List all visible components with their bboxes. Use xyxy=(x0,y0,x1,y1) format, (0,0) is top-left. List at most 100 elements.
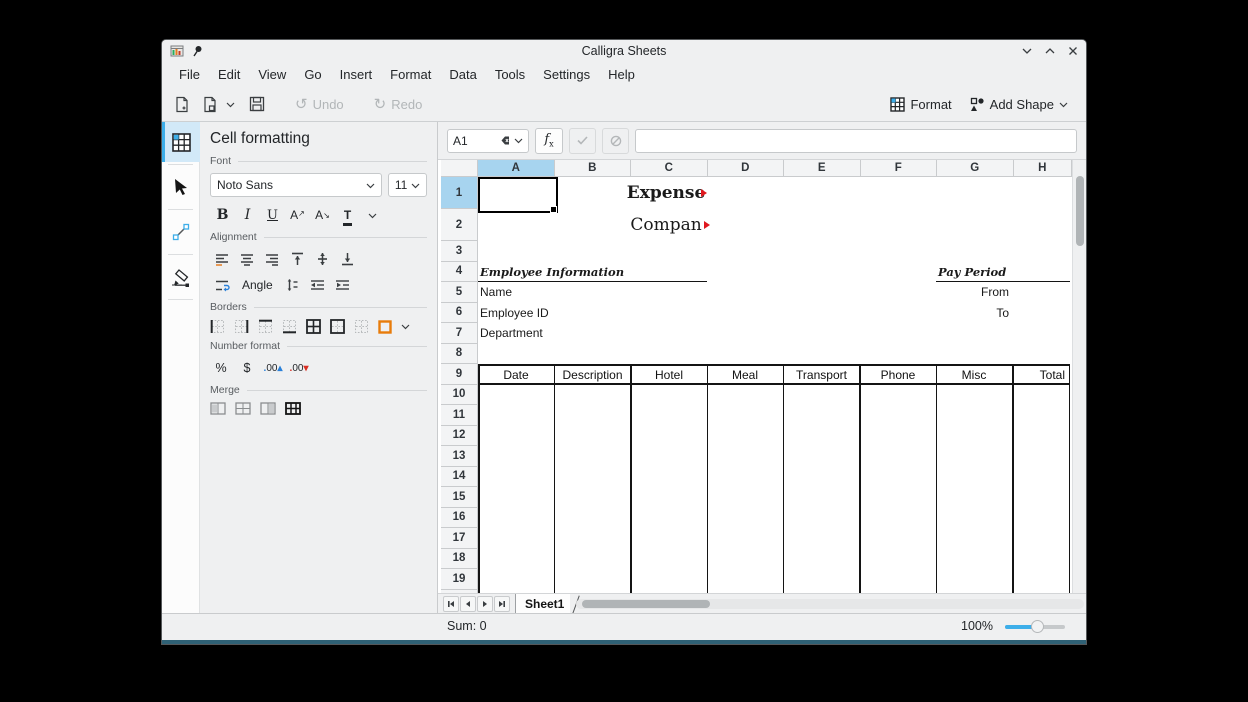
row-header[interactable]: 2 xyxy=(441,209,478,241)
menu-item[interactable]: View xyxy=(249,64,295,85)
column-header[interactable]: H xyxy=(1014,160,1073,177)
sheet-tab[interactable]: Sheet1 xyxy=(515,594,570,614)
row-header[interactable]: 5 xyxy=(441,282,478,303)
selected-cell-a1[interactable] xyxy=(478,177,558,213)
row-header[interactable]: 9 xyxy=(441,364,478,385)
column-header[interactable]: E xyxy=(784,160,861,177)
previous-sheet-button[interactable] xyxy=(460,596,476,612)
redo-button[interactable]: ↻Redo xyxy=(370,91,427,117)
align-right-button[interactable] xyxy=(260,249,285,269)
underline-button[interactable]: U xyxy=(260,205,285,225)
align-top-button[interactable] xyxy=(285,249,310,269)
row-header[interactable]: 18 xyxy=(441,549,478,570)
first-sheet-button[interactable] xyxy=(443,596,459,612)
percent-format-button[interactable]: % xyxy=(210,358,232,378)
column-header[interactable]: B xyxy=(555,160,632,177)
save-button[interactable] xyxy=(245,92,269,116)
row-header[interactable]: 12 xyxy=(441,426,478,447)
border-chevron-icon[interactable] xyxy=(401,322,410,331)
wrap-text-button[interactable] xyxy=(210,275,235,295)
row-header[interactable]: 8 xyxy=(441,344,478,365)
row-header[interactable]: 6 xyxy=(441,303,478,324)
zoom-slider-knob[interactable] xyxy=(1031,620,1044,633)
merge-vertical-button[interactable] xyxy=(260,402,276,415)
align-middle-button[interactable] xyxy=(310,249,335,269)
menu-item[interactable]: Insert xyxy=(331,64,382,85)
row-header[interactable]: 1 xyxy=(441,177,478,209)
zoom-slider[interactable] xyxy=(1005,625,1065,629)
select-all-corner[interactable] xyxy=(441,160,478,177)
menu-item[interactable]: Go xyxy=(295,64,330,85)
titlebar[interactable]: Calligra Sheets xyxy=(162,40,1086,62)
font-size-select[interactable]: 11 xyxy=(388,173,427,197)
row-header[interactable]: 10 xyxy=(441,385,478,406)
undo-button[interactable]: ↺Undo xyxy=(291,91,348,117)
border-none-button[interactable] xyxy=(354,319,369,334)
open-document-button[interactable] xyxy=(198,92,222,117)
dissolve-merge-button[interactable] xyxy=(285,402,301,415)
vertical-scrollbar-thumb[interactable] xyxy=(1076,176,1084,246)
increase-precision-button[interactable]: .00▴ xyxy=(262,358,284,378)
column-header[interactable]: C xyxy=(631,160,708,177)
last-sheet-button[interactable] xyxy=(494,596,510,612)
menu-item[interactable]: Format xyxy=(381,64,440,85)
insert-function-button[interactable]: fx xyxy=(535,128,563,154)
vertical-text-button[interactable] xyxy=(280,275,305,295)
cell-tool-button[interactable] xyxy=(162,122,200,162)
text-color-button[interactable]: T xyxy=(335,205,360,225)
horizontal-scrollbar[interactable] xyxy=(576,599,1084,609)
border-outline-button[interactable] xyxy=(330,319,345,334)
column-header[interactable]: A xyxy=(478,160,555,177)
horizontal-scrollbar-thumb[interactable] xyxy=(582,600,710,608)
clear-reference-icon[interactable] xyxy=(497,135,510,146)
cancel-formula-button[interactable] xyxy=(602,128,629,154)
accept-formula-button[interactable] xyxy=(569,128,596,154)
column-header[interactable]: G xyxy=(937,160,1014,177)
italic-button[interactable]: I xyxy=(235,205,260,225)
align-center-button[interactable] xyxy=(235,249,260,269)
maximize-icon[interactable] xyxy=(1043,44,1057,58)
row-header[interactable]: 19 xyxy=(441,569,478,590)
minimize-icon[interactable] xyxy=(1020,44,1034,58)
menu-item[interactable]: Tools xyxy=(486,64,534,85)
vertical-scrollbar[interactable] xyxy=(1072,160,1086,593)
open-recent-chevron-icon[interactable] xyxy=(226,100,235,109)
row-header[interactable]: 13 xyxy=(441,446,478,467)
row-header[interactable]: 3 xyxy=(441,241,478,262)
currency-format-button[interactable]: $ xyxy=(236,358,258,378)
selection-fill-handle[interactable] xyxy=(550,206,557,213)
merge-horizontal-button[interactable] xyxy=(235,402,251,415)
close-icon[interactable] xyxy=(1066,44,1080,58)
next-sheet-button[interactable] xyxy=(477,596,493,612)
sheet-grid[interactable]: ABCDEFGH 1234567891011121314151617181920… xyxy=(438,159,1086,593)
new-document-button[interactable] xyxy=(170,92,194,117)
border-all-button[interactable] xyxy=(306,319,321,334)
border-top-button[interactable] xyxy=(258,319,273,334)
border-bottom-button[interactable] xyxy=(282,319,297,334)
border-right-button[interactable] xyxy=(234,319,249,334)
column-header[interactable]: F xyxy=(861,160,938,177)
formula-input[interactable] xyxy=(635,129,1077,153)
row-header[interactable]: 11 xyxy=(441,405,478,426)
row-header[interactable]: 15 xyxy=(441,487,478,508)
row-header[interactable]: 7 xyxy=(441,323,478,344)
menu-item[interactable]: Edit xyxy=(209,64,249,85)
cell-reference-box[interactable]: A1 xyxy=(447,129,529,153)
menu-item[interactable]: Settings xyxy=(534,64,599,85)
chevron-down-icon[interactable] xyxy=(514,136,523,145)
text-color-chevron-icon[interactable] xyxy=(360,205,385,225)
merge-cells-button[interactable] xyxy=(210,402,226,415)
row-header[interactable]: 16 xyxy=(441,508,478,529)
menu-item[interactable]: Help xyxy=(599,64,644,85)
row-header[interactable]: 17 xyxy=(441,528,478,549)
row-header[interactable]: 14 xyxy=(441,467,478,488)
decrease-indent-button[interactable] xyxy=(305,275,330,295)
shape-selection-tool-button[interactable] xyxy=(162,167,200,207)
menu-item[interactable]: File xyxy=(170,64,209,85)
column-header[interactable]: D xyxy=(708,160,785,177)
format-button[interactable]: Format xyxy=(886,93,955,116)
grow-font-button[interactable]: A↗ xyxy=(285,205,310,225)
cells-canvas[interactable]: Expense Compan Employee Information Pay … xyxy=(478,177,1072,593)
font-family-select[interactable]: Noto Sans xyxy=(210,173,382,197)
border-color-button[interactable] xyxy=(378,320,392,334)
